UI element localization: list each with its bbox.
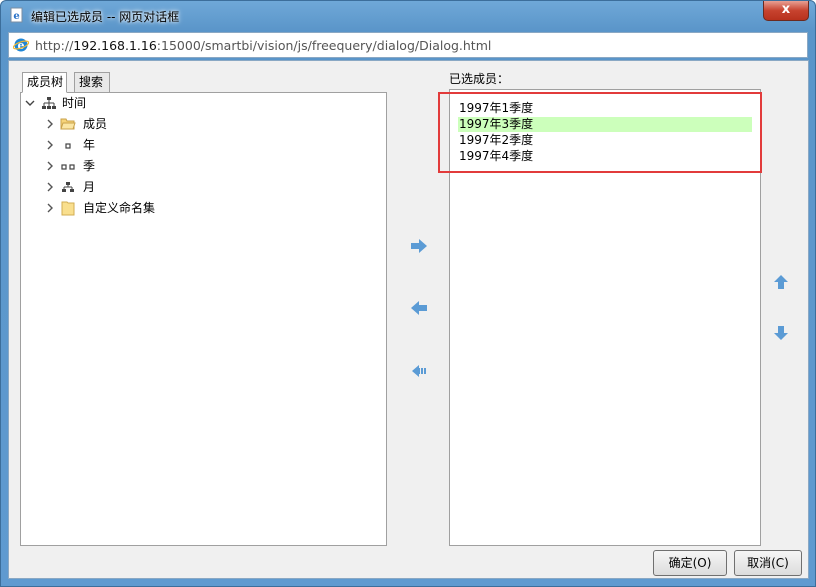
- close-button[interactable]: x: [763, 1, 809, 21]
- move-down-arrow-icon[interactable]: [774, 325, 788, 341]
- tab-search[interactable]: 搜索: [74, 72, 110, 93]
- hierarchy-icon: [42, 97, 56, 109]
- dialog-window: e 编辑已选成员 -- 网页对话框 x e http://192.168.1.1…: [0, 0, 816, 587]
- annotation-highlight-box: [438, 92, 762, 173]
- chevron-right-icon[interactable]: [45, 182, 55, 192]
- tree-node-label: 成员: [83, 117, 108, 131]
- svg-text:e: e: [13, 11, 19, 22]
- url-text: http://192.168.1.16:15000/smartbi/vision…: [35, 38, 491, 53]
- member-tree-panel: 时间 成员 年 季 月 自定义命名集: [20, 92, 387, 546]
- chevron-down-icon[interactable]: [25, 98, 35, 108]
- tree-node-label: 月: [83, 180, 96, 194]
- tree-node-label: 自定义命名集: [83, 201, 156, 215]
- ok-button[interactable]: 确定(O): [653, 550, 727, 576]
- remove-arrow-icon[interactable]: [410, 301, 428, 315]
- url-path: :15000/smartbi/vision/js/freequery/dialo…: [156, 38, 492, 53]
- add-arrow-icon[interactable]: [410, 239, 428, 253]
- chevron-right-icon[interactable]: [45, 203, 55, 213]
- tree-node-year[interactable]: 年: [21, 135, 381, 155]
- window-title: 编辑已选成员 -- 网页对话框: [31, 10, 180, 24]
- tree-node-label: 季: [83, 159, 96, 173]
- tree-node-custom-sets[interactable]: 自定义命名集: [21, 198, 381, 218]
- tree-node-month[interactable]: 月: [21, 177, 381, 197]
- level-one-icon: [65, 143, 71, 149]
- chevron-right-icon[interactable]: [45, 161, 55, 171]
- tree-node-quarter[interactable]: 季: [21, 156, 381, 176]
- title-bar[interactable]: e 编辑已选成员 -- 网页对话框 x: [1, 1, 815, 31]
- dialog-body: 成员树 搜索 时间 成员 年 季 月 自定义命名集 已选成员： 1997年1季度…: [8, 60, 809, 579]
- tree-node-root[interactable]: 时间: [21, 93, 381, 113]
- address-bar: e http://192.168.1.16:15000/smartbi/visi…: [8, 32, 808, 58]
- move-up-arrow-icon[interactable]: [774, 274, 788, 290]
- chevron-right-icon[interactable]: [45, 119, 55, 129]
- tree-node-label: 年: [83, 138, 96, 152]
- level-two-icon: [61, 164, 75, 170]
- tab-member-tree[interactable]: 成员树: [22, 72, 67, 93]
- ie-logo-icon: e: [13, 38, 29, 52]
- folder-icon: [61, 201, 75, 216]
- remove-all-arrow-icon[interactable]: [410, 364, 428, 378]
- open-folder-icon: [60, 118, 76, 130]
- url-host: 192.168.1.16: [73, 38, 157, 53]
- hierarchy-icon: [62, 182, 74, 192]
- cancel-button[interactable]: 取消(C): [734, 550, 802, 576]
- tree-node-label: 时间: [62, 96, 87, 110]
- chevron-right-icon[interactable]: [45, 140, 55, 150]
- selected-members-label: 已选成员：: [449, 72, 510, 86]
- url-prefix: http://: [35, 38, 74, 53]
- tree-node-members[interactable]: 成员: [21, 114, 381, 134]
- ie-page-icon: e: [10, 7, 23, 23]
